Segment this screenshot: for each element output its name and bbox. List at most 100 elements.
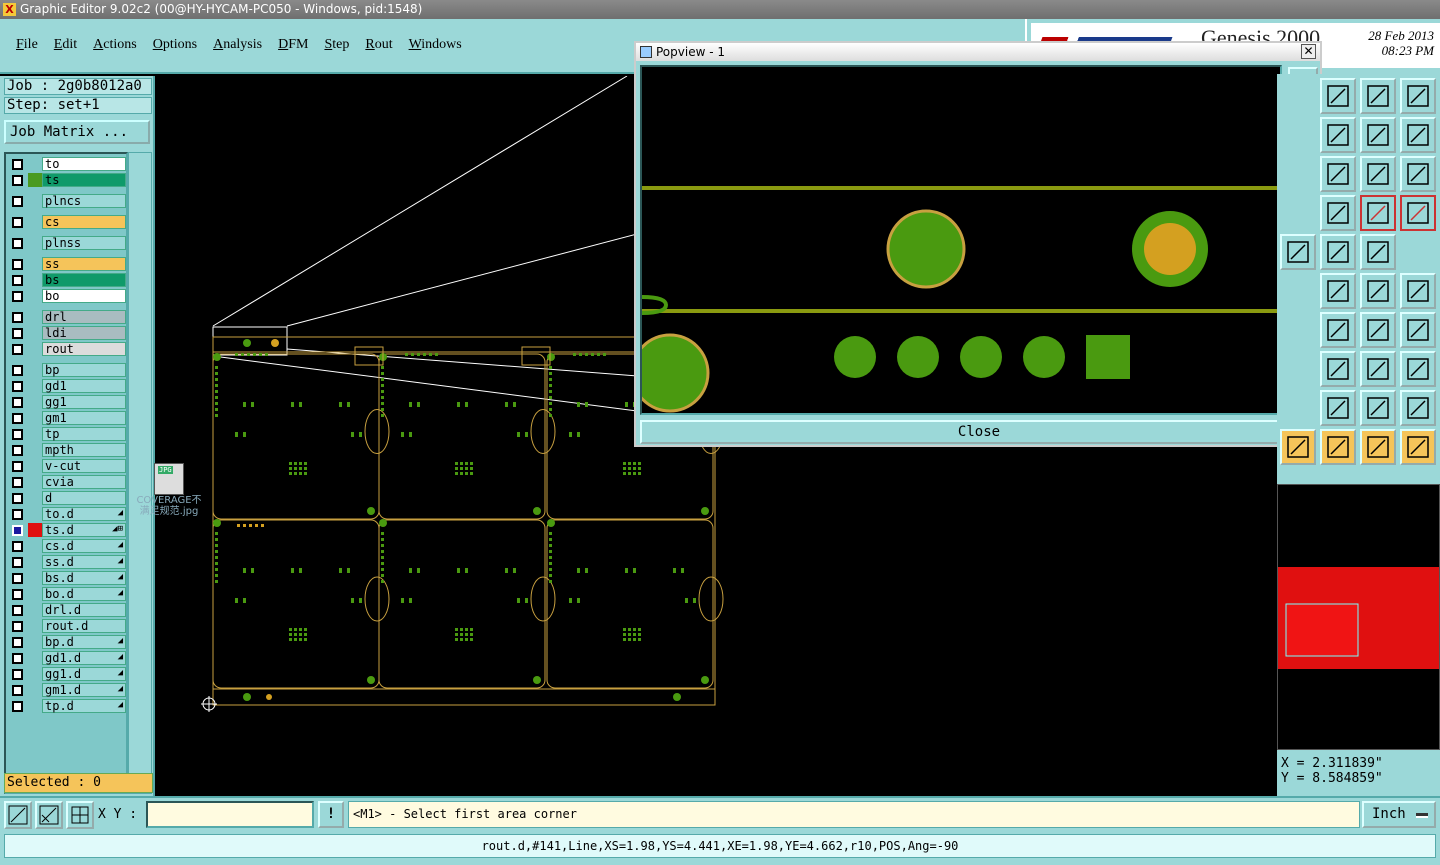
- select-4-button[interactable]: [1400, 429, 1436, 465]
- cut-line-button[interactable]: [1320, 195, 1356, 231]
- layer-checkbox[interactable]: [12, 328, 23, 339]
- net-2-button[interactable]: [1400, 195, 1436, 231]
- layer-name[interactable]: tp.d: [42, 699, 126, 713]
- layer-checkbox[interactable]: [12, 381, 23, 392]
- layer-row[interactable]: gm1: [8, 411, 126, 425]
- layer-row[interactable]: gd1: [8, 379, 126, 393]
- layer-row[interactable]: to.d ◢: [8, 507, 126, 521]
- layer-name[interactable]: bo: [42, 289, 126, 303]
- ruler-button[interactable]: [1320, 234, 1356, 270]
- redraw-button[interactable]: [1320, 117, 1356, 153]
- window-button[interactable]: [1400, 78, 1436, 114]
- route-1-button[interactable]: [1360, 273, 1396, 309]
- close-icon[interactable]: ✕: [1301, 44, 1316, 59]
- layer-checkbox[interactable]: [12, 429, 23, 440]
- layer-row[interactable]: drl: [8, 310, 126, 324]
- help-button[interactable]: [1400, 156, 1436, 192]
- layer-name[interactable]: ts: [42, 173, 126, 187]
- layer-name[interactable]: tp: [42, 427, 126, 441]
- layer-checkbox[interactable]: [12, 605, 23, 616]
- unit-select[interactable]: Inch: [1362, 801, 1436, 828]
- layer-row[interactable]: ts: [8, 173, 126, 187]
- layer-row[interactable]: bo.d ◢: [8, 587, 126, 601]
- layer-name[interactable]: bo.d: [42, 587, 126, 601]
- layer-name[interactable]: bs.d: [42, 571, 126, 585]
- layer-checkbox[interactable]: [12, 275, 23, 286]
- home-button[interactable]: [1360, 78, 1396, 114]
- zoom-area-button[interactable]: [4, 801, 32, 829]
- triangle-3-button[interactable]: [1400, 390, 1436, 426]
- layer-name[interactable]: cs.d: [42, 539, 126, 553]
- layer-checkbox[interactable]: [12, 493, 23, 504]
- layer-row[interactable]: gg1.d ◢: [8, 667, 126, 681]
- menu-windows[interactable]: Windows: [401, 37, 470, 53]
- menu-rout[interactable]: Rout: [357, 37, 400, 53]
- layer-name[interactable]: d: [42, 491, 126, 505]
- layer-checkbox[interactable]: [12, 637, 23, 648]
- layer-name[interactable]: bp.d: [42, 635, 126, 649]
- layer-row[interactable]: rout.d: [8, 619, 126, 633]
- layer-row[interactable]: cs.d ◢: [8, 539, 126, 553]
- popview-zoom-view[interactable]: [630, 67, 1280, 413]
- select-3-button[interactable]: [1360, 429, 1396, 465]
- layer-checkbox[interactable]: [12, 312, 23, 323]
- layer-checkbox[interactable]: [12, 653, 23, 664]
- layer-row[interactable]: cs: [8, 215, 126, 229]
- layer-checkbox[interactable]: [12, 621, 23, 632]
- layer-name[interactable]: plnss: [42, 236, 126, 250]
- layer-checkbox[interactable]: [12, 291, 23, 302]
- layer-row[interactable]: ts.d ◢⊞: [8, 523, 126, 537]
- layer-row[interactable]: mpth: [8, 443, 126, 457]
- pad-tool-button[interactable]: [1360, 234, 1396, 270]
- menu-file[interactable]: File: [8, 37, 46, 53]
- layer-name[interactable]: gd1: [42, 379, 126, 393]
- alert-button[interactable]: !: [318, 801, 344, 828]
- desktop-file-icon[interactable]: JPG COVERAGE不满足规范.jpg: [134, 463, 204, 527]
- layer-checkbox[interactable]: [12, 541, 23, 552]
- layer-checkbox[interactable]: [12, 413, 23, 424]
- layer-checkbox[interactable]: [12, 445, 23, 456]
- layer-row[interactable]: ss: [8, 257, 126, 271]
- layer-name[interactable]: gm1.d: [42, 683, 126, 697]
- layer-row[interactable]: plncs: [8, 194, 126, 208]
- layer-checkbox[interactable]: [12, 196, 23, 207]
- snap-button[interactable]: [1400, 117, 1436, 153]
- layer-checkbox[interactable]: [12, 477, 23, 488]
- layer-checkbox[interactable]: [12, 344, 23, 355]
- layer-row[interactable]: bp: [8, 363, 126, 377]
- popview-canvas[interactable]: [630, 65, 1282, 415]
- layer-name[interactable]: ldi: [42, 326, 126, 340]
- profile-tool-button[interactable]: [1280, 234, 1316, 270]
- zoom-in-button[interactable]: [1320, 78, 1356, 114]
- layer-name[interactable]: gg1.d: [42, 667, 126, 681]
- delete-button[interactable]: [1320, 273, 1356, 309]
- layer-row[interactable]: d: [8, 491, 126, 505]
- layer-name[interactable]: gm1: [42, 411, 126, 425]
- move-tool-button[interactable]: [1320, 351, 1356, 387]
- shapes-tool-button[interactable]: [1400, 351, 1436, 387]
- layer-checkbox[interactable]: [12, 397, 23, 408]
- menu-options[interactable]: Options: [145, 37, 205, 53]
- line-tool-button[interactable]: [1320, 312, 1356, 348]
- layer-row[interactable]: bs: [8, 273, 126, 287]
- layer-row[interactable]: drl.d: [8, 603, 126, 617]
- layer-name[interactable]: rout.d: [42, 619, 126, 633]
- layer-checkbox[interactable]: [12, 159, 23, 170]
- popview-close-button[interactable]: Close: [640, 420, 1318, 444]
- layer-name[interactable]: ss: [42, 257, 126, 271]
- layer-row[interactable]: bp.d ◢: [8, 635, 126, 649]
- net-1-button[interactable]: [1360, 195, 1396, 231]
- layer-name[interactable]: to: [42, 157, 126, 171]
- overview-map[interactable]: [1277, 484, 1440, 750]
- layer-row[interactable]: bs.d ◢: [8, 571, 126, 585]
- xy-input[interactable]: [146, 801, 314, 828]
- menu-actions[interactable]: Actions: [85, 37, 145, 53]
- job-matrix-button[interactable]: Job Matrix ...: [4, 120, 150, 144]
- layer-name[interactable]: cvia: [42, 475, 126, 489]
- menu-dfm[interactable]: DFM: [270, 37, 316, 53]
- layer-name[interactable]: rout: [42, 342, 126, 356]
- layer-name[interactable]: mpth: [42, 443, 126, 457]
- arc-tool-button[interactable]: [1360, 312, 1396, 348]
- select-2-button[interactable]: [1320, 429, 1356, 465]
- triangle-2-button[interactable]: [1360, 390, 1396, 426]
